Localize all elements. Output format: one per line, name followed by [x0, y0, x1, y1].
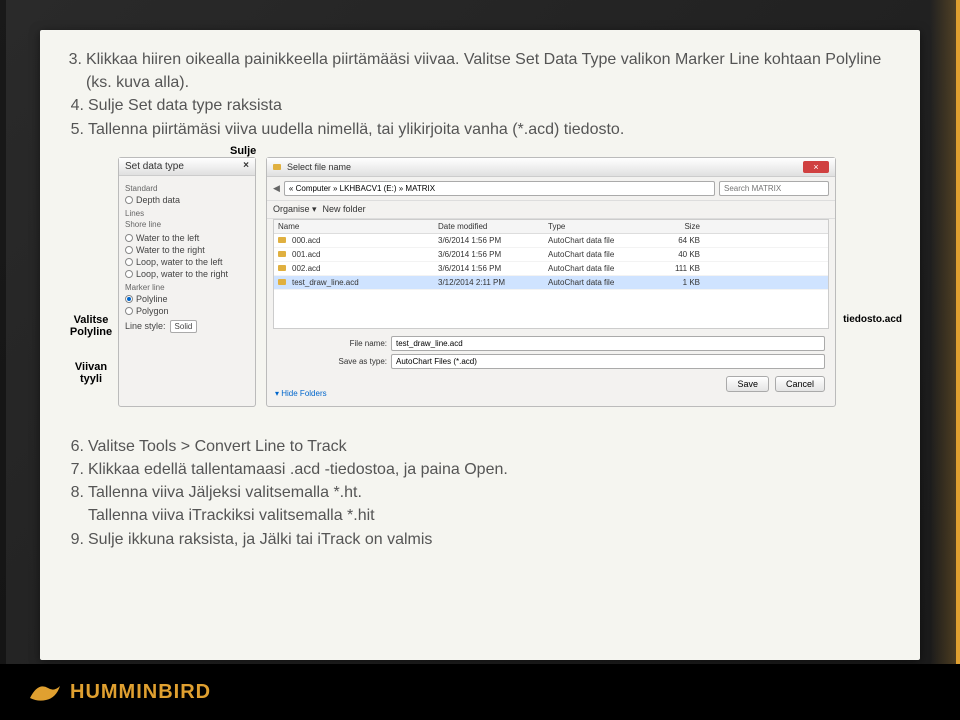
hide-folders-link[interactable]: ▾ Hide Folders [275, 389, 327, 398]
close-icon[interactable]: × [803, 161, 829, 173]
saveas-label: Save as type: [327, 357, 387, 366]
path-input[interactable] [284, 181, 715, 196]
radio-polygon[interactable]: Polygon [125, 306, 249, 316]
step-text: Sulje Set data type raksista [88, 94, 282, 117]
step-num: 9. [64, 528, 84, 551]
instructions-top: 3.Klikkaa hiiren oikealla painikkeella p… [64, 48, 896, 141]
save-button[interactable]: Save [726, 376, 769, 392]
step-text-extra: Tallenna viiva iTrackiksi valitsemalla *… [88, 504, 896, 527]
saveas-select[interactable] [391, 354, 825, 369]
callout-viivan-tyyli: Viivan tyyli [66, 361, 116, 385]
footer-bar: HUMMINBIRD [0, 664, 960, 720]
brand-logo: HUMMINBIRD [28, 678, 211, 706]
step-text: Tallenna viiva Jäljeksi valitsemalla *.h… [88, 481, 362, 504]
newfolder-button[interactable]: New folder [323, 204, 366, 214]
list-item[interactable]: 000.acd3/6/2014 1:56 PMAutoChart data fi… [274, 234, 828, 248]
step-text: Valitse Tools > Convert Line to Track [88, 435, 347, 458]
radio-loop-left[interactable]: Loop, water to the left [125, 257, 249, 267]
radio-polyline[interactable]: Polyline [125, 294, 249, 304]
instructions-bottom: 6.Valitse Tools > Convert Line to Track … [64, 435, 896, 551]
brand-text: HUMMINBIRD [70, 681, 211, 704]
step-num: 7. [64, 458, 84, 481]
step-text: Klikkaa hiiren oikealla painikkeella pii… [86, 48, 896, 94]
list-item[interactable]: 002.acd3/6/2014 1:56 PMAutoChart data fi… [274, 262, 828, 276]
linestyle-select[interactable]: Solid [170, 320, 198, 333]
filename-input[interactable] [391, 336, 825, 351]
callout-sulje: Sulje [230, 145, 256, 157]
radio-shore: Shore line [125, 220, 249, 229]
list-header: Name Date modified Type Size [274, 220, 828, 234]
panel-title: Set data type [125, 161, 184, 172]
group-lines: Lines [125, 209, 249, 218]
back-icon[interactable]: ◀ [273, 183, 280, 194]
radio-water-left[interactable]: Water to the left [125, 233, 249, 243]
panel-titlebar: Set data type × [119, 158, 255, 176]
list-item[interactable]: 001.acd3/6/2014 1:56 PMAutoChart data fi… [274, 248, 828, 262]
step-num: 4. [64, 94, 84, 117]
group-marker: Marker line [125, 283, 249, 292]
step-text: Tallenna piirtämäsi viiva uudella nimell… [88, 118, 624, 141]
screenshot-composite: Sulje Valitse Polyline Viivan tyyli tied… [64, 149, 896, 429]
document-card: 3.Klikkaa hiiren oikealla painikkeella p… [40, 30, 920, 660]
search-input[interactable] [719, 181, 829, 196]
step-text: Klikkaa edellä tallentamaasi .acd -tiedo… [88, 458, 508, 481]
dialog-toolbar: Organise ▾ New folder [267, 201, 835, 219]
dialog-title: Select file name [287, 162, 351, 172]
callout-valitse-polyline: Valitse Polyline [66, 314, 116, 338]
step-num: 8. [64, 481, 84, 504]
step-num: 6. [64, 435, 84, 458]
close-icon[interactable]: × [243, 161, 249, 171]
folder-icon [273, 164, 281, 170]
step-num: 5. [64, 118, 84, 141]
bird-icon [28, 678, 62, 706]
set-data-type-panel: Set data type × Standard Depth data Line… [118, 157, 256, 407]
filename-label: File name: [327, 339, 387, 348]
step-num: 3. [64, 48, 82, 94]
cancel-button[interactable]: Cancel [775, 376, 825, 392]
dialog-titlebar: Select file name × [267, 158, 835, 177]
list-item[interactable]: test_draw_line.acd3/12/2014 2:11 PMAutoC… [274, 276, 828, 290]
radio-loop-right[interactable]: Loop, water to the right [125, 269, 249, 279]
step-text: Sulje ikkuna raksista, ja Jälki tai iTra… [88, 528, 432, 551]
file-dialog: Select file name × ◀ Organise ▾ New fold… [266, 157, 836, 407]
file-list: Name Date modified Type Size 000.acd3/6/… [273, 219, 829, 329]
group-standard: Standard [125, 184, 249, 193]
organise-menu[interactable]: Organise ▾ [273, 204, 317, 215]
radio-water-right[interactable]: Water to the right [125, 245, 249, 255]
callout-tiedosto-acd: tiedosto.acd [843, 314, 902, 325]
radio-depth[interactable]: Depth data [125, 195, 249, 205]
linestyle-label: Line style: [125, 321, 166, 331]
